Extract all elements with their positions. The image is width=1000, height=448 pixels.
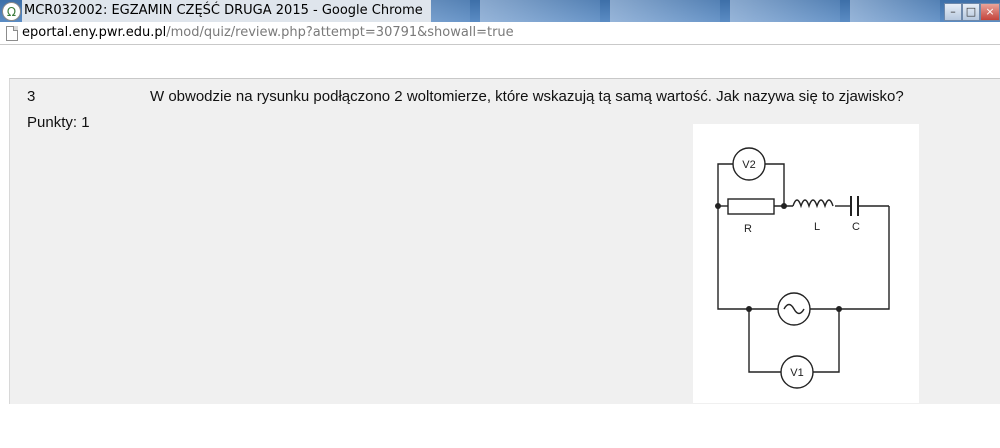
blurred-tab-area <box>480 0 600 22</box>
question-points: Punkty: 1 <box>27 114 90 131</box>
voltmeter-v2-label: V2 <box>742 159 755 171</box>
chrome-icon: Ω <box>2 2 21 21</box>
junction-node <box>746 306 752 312</box>
junction-node <box>836 306 842 312</box>
question-text: W obwodzie na rysunku podłączono 2 wolto… <box>150 88 904 105</box>
wire-v1-right <box>813 309 840 373</box>
capacitor-label: C <box>852 221 860 233</box>
maximize-icon: □ <box>965 5 977 18</box>
minimize-button[interactable]: – <box>944 3 962 21</box>
blurred-tab-area <box>850 0 940 22</box>
url-text[interactable]: eportal.eny.pwr.edu.pl/mod/quiz/review.p… <box>22 25 514 40</box>
voltmeter-v1-label: V1 <box>790 367 803 379</box>
capacitor-symbol <box>850 196 859 216</box>
page-top-spacing <box>0 45 1000 78</box>
junction-node <box>781 203 787 209</box>
address-bar[interactable]: eportal.eny.pwr.edu.pl/mod/quiz/review.p… <box>0 22 1000 45</box>
circuit-diagram: V2 V1 R L C <box>693 124 919 403</box>
close-button[interactable]: × <box>980 3 1000 21</box>
wire-right <box>839 206 890 310</box>
question-number: 3 <box>27 88 36 105</box>
blurred-tab-area <box>610 0 720 22</box>
blurred-tab-area <box>730 0 840 22</box>
maximize-button[interactable]: □ <box>962 3 980 21</box>
resistor-label: R <box>744 223 752 235</box>
close-icon: × <box>985 5 995 18</box>
circuit-svg: V2 V1 R L C <box>715 147 890 389</box>
url-path: /mod/quiz/review.php?attempt=30791&showa… <box>166 25 514 40</box>
inductor-symbol <box>792 199 834 209</box>
wire-v1-left <box>748 309 781 373</box>
inductor-label: L <box>814 221 820 233</box>
page-icon <box>6 26 18 41</box>
window-titlebar: Ω MCR032002: EGZAMIN CZĘŚĆ DRUGA 2015 - … <box>0 0 1000 22</box>
minimize-icon: – <box>950 5 956 18</box>
resistor-symbol <box>727 198 775 215</box>
url-domain: eportal.eny.pwr.edu.pl <box>22 25 167 40</box>
junction-node <box>715 203 721 209</box>
window-title: MCR032002: EGZAMIN CZĘŚĆ DRUGA 2015 - Go… <box>22 0 431 22</box>
wire-left <box>717 206 749 310</box>
